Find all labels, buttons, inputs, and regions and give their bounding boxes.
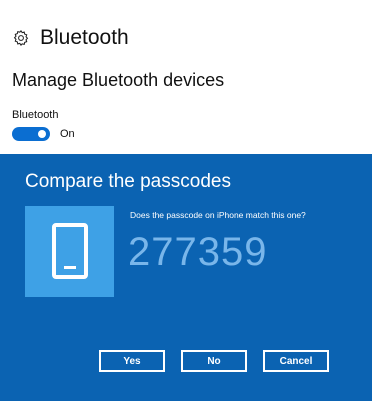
bluetooth-toggle-row: On: [12, 127, 75, 141]
toggle-state-label: On: [60, 128, 75, 140]
no-button[interactable]: No: [181, 350, 247, 372]
yes-button[interactable]: Yes: [99, 350, 165, 372]
bluetooth-toggle[interactable]: [12, 127, 50, 141]
passcode-value: 277359: [128, 230, 268, 274]
device-tile: [25, 206, 114, 297]
pairing-dialog: Compare the passcodes Does the passcode …: [0, 154, 372, 401]
bluetooth-label: Bluetooth: [12, 109, 59, 121]
phone-icon: [52, 223, 88, 279]
page-header: Bluetooth: [12, 22, 129, 54]
cancel-button[interactable]: Cancel: [263, 350, 329, 372]
toggle-knob: [38, 130, 46, 138]
dialog-title: Compare the passcodes: [25, 171, 231, 192]
gear-icon: [12, 29, 30, 47]
section-title: Manage Bluetooth devices: [12, 70, 225, 90]
passcode-question: Does the passcode on iPhone match this o…: [130, 210, 306, 220]
page-title: Bluetooth: [40, 26, 129, 49]
